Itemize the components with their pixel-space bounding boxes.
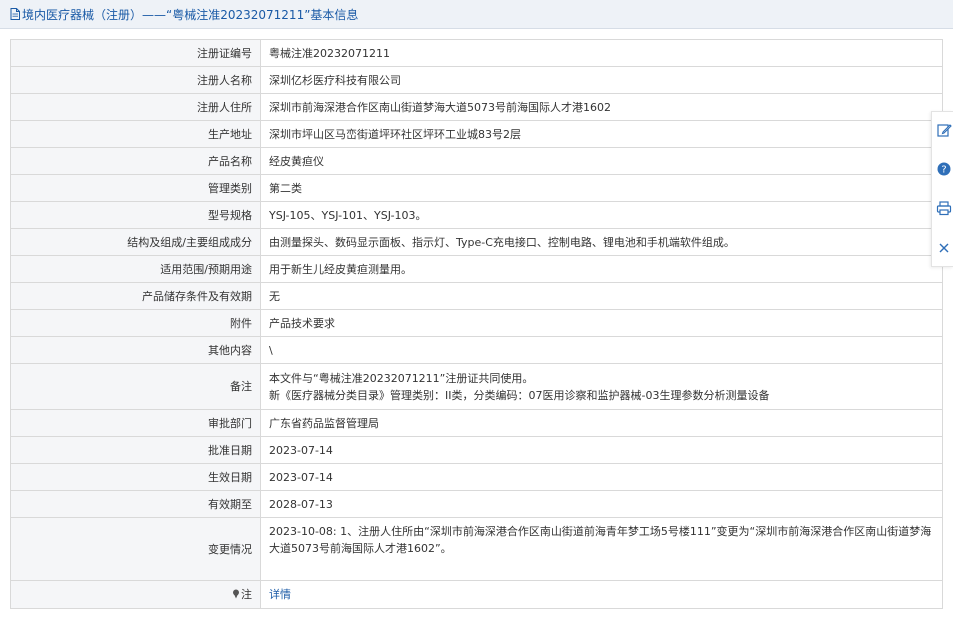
table-row: 适用范围/预期用途 用于新生儿经皮黄疸测量用。 xyxy=(10,255,943,283)
row-value: \ xyxy=(260,336,943,364)
table-row: 注 详情 xyxy=(10,580,943,609)
row-value: 本文件与“粤械注准20232071211”注册证共同使用。 新《医疗器械分类目录》… xyxy=(260,363,943,410)
row-label: 变更情况 xyxy=(10,517,261,581)
row-value: 产品技术要求 xyxy=(260,309,943,337)
row-label: 适用范围/预期用途 xyxy=(10,255,261,283)
close-icon[interactable] xyxy=(936,240,952,256)
row-value: 无 xyxy=(260,282,943,310)
table-row: 产品名称 经皮黄疸仪 xyxy=(10,147,943,175)
table-row: 生效日期 2023-07-14 xyxy=(10,463,943,491)
row-value: 由测量探头、数码显示面板、指示灯、Type-C充电接口、控制电路、锂电池和手机端… xyxy=(260,228,943,256)
row-value: 第二类 xyxy=(260,174,943,202)
table-row: 生产地址 深圳市坪山区马峦街道坪环社区坪环工业城83号2层 xyxy=(10,120,943,148)
row-value: 2023-07-14 xyxy=(260,436,943,464)
details-link[interactable]: 详情 xyxy=(260,580,943,609)
pin-icon xyxy=(233,589,239,599)
row-value: 2023-07-14 xyxy=(260,463,943,491)
row-value: YSJ-105、YSJ-101、YSJ-103。 xyxy=(260,201,943,229)
help-icon[interactable]: ? xyxy=(936,161,952,177)
side-toolbar: ? xyxy=(931,111,953,267)
row-label: 产品储存条件及有效期 xyxy=(10,282,261,310)
table-row: 注册人住所 深圳市前海深港合作区南山街道梦海大道5073号前海国际人才港1602 xyxy=(10,93,943,121)
table-row: 结构及组成/主要组成成分 由测量探头、数码显示面板、指示灯、Type-C充电接口、… xyxy=(10,228,943,256)
document-icon xyxy=(10,8,20,20)
row-label: 注册人名称 xyxy=(10,66,261,94)
table-row: 型号规格 YSJ-105、YSJ-101、YSJ-103。 xyxy=(10,201,943,229)
table-row: 有效期至 2028-07-13 xyxy=(10,490,943,518)
edit-icon[interactable] xyxy=(936,122,952,138)
row-value: 2028-07-13 xyxy=(260,490,943,518)
row-value: 2023-10-08: 1、注册人住所由“深圳市前海深港合作区南山街道前海青年梦… xyxy=(260,517,943,581)
row-value: 深圳市前海深港合作区南山街道梦海大道5073号前海国际人才港1602 xyxy=(260,93,943,121)
row-label: 产品名称 xyxy=(10,147,261,175)
row-label: 注 xyxy=(241,588,252,601)
table-row: 注册人名称 深圳亿杉医疗科技有限公司 xyxy=(10,66,943,94)
row-label: 型号规格 xyxy=(10,201,261,229)
table-row: 其他内容 \ xyxy=(10,336,943,364)
print-icon[interactable] xyxy=(936,200,952,216)
row-value: 用于新生儿经皮黄疸测量用。 xyxy=(260,255,943,283)
row-value: 深圳市坪山区马峦街道坪环社区坪环工业城83号2层 xyxy=(260,120,943,148)
table-row: 审批部门 广东省药品监督管理局 xyxy=(10,409,943,437)
info-table: 注册证编号 粤械注准20232071211 注册人名称 深圳亿杉医疗科技有限公司 注… xyxy=(10,39,943,609)
row-label: 生产地址 xyxy=(10,120,261,148)
row-value: 粤械注准20232071211 xyxy=(260,39,943,67)
page-title: 境内医疗器械（注册）——“粤械注准20232071211”基本信息 xyxy=(22,7,359,22)
row-label: 结构及组成/主要组成成分 xyxy=(10,228,261,256)
table-row: 产品储存条件及有效期无 xyxy=(10,282,943,310)
row-label: 备注 xyxy=(10,363,261,410)
table-row: 附件 产品技术要求 xyxy=(10,309,943,337)
table-row: 变更情况 2023-10-08: 1、注册人住所由“深圳市前海深港合作区南山街道前… xyxy=(10,517,943,581)
row-label: 其他内容 xyxy=(10,336,261,364)
row-label: 附件 xyxy=(10,309,261,337)
row-label: 注册证编号 xyxy=(10,39,261,67)
page-header: 境内医疗器械（注册）——“粤械注准20232071211”基本信息 xyxy=(0,0,953,29)
row-value: 深圳亿杉医疗科技有限公司 xyxy=(260,66,943,94)
note-label-cell: 注 xyxy=(10,580,261,609)
row-label: 注册人住所 xyxy=(10,93,261,121)
svg-text:?: ? xyxy=(941,165,946,176)
row-label: 批准日期 xyxy=(10,436,261,464)
table-row: 注册证编号 粤械注准20232071211 xyxy=(10,39,943,67)
row-label: 生效日期 xyxy=(10,463,261,491)
table-row: 备注 本文件与“粤械注准20232071211”注册证共同使用。 新《医疗器械分类目… xyxy=(10,363,943,410)
row-label: 有效期至 xyxy=(10,490,261,518)
table-row: 批准日期 2023-07-14 xyxy=(10,436,943,464)
row-label: 审批部门 xyxy=(10,409,261,437)
row-label: 管理类别 xyxy=(10,174,261,202)
row-value: 经皮黄疸仪 xyxy=(260,147,943,175)
row-value: 广东省药品监督管理局 xyxy=(260,409,943,437)
table-row: 管理类别 第二类 xyxy=(10,174,943,202)
